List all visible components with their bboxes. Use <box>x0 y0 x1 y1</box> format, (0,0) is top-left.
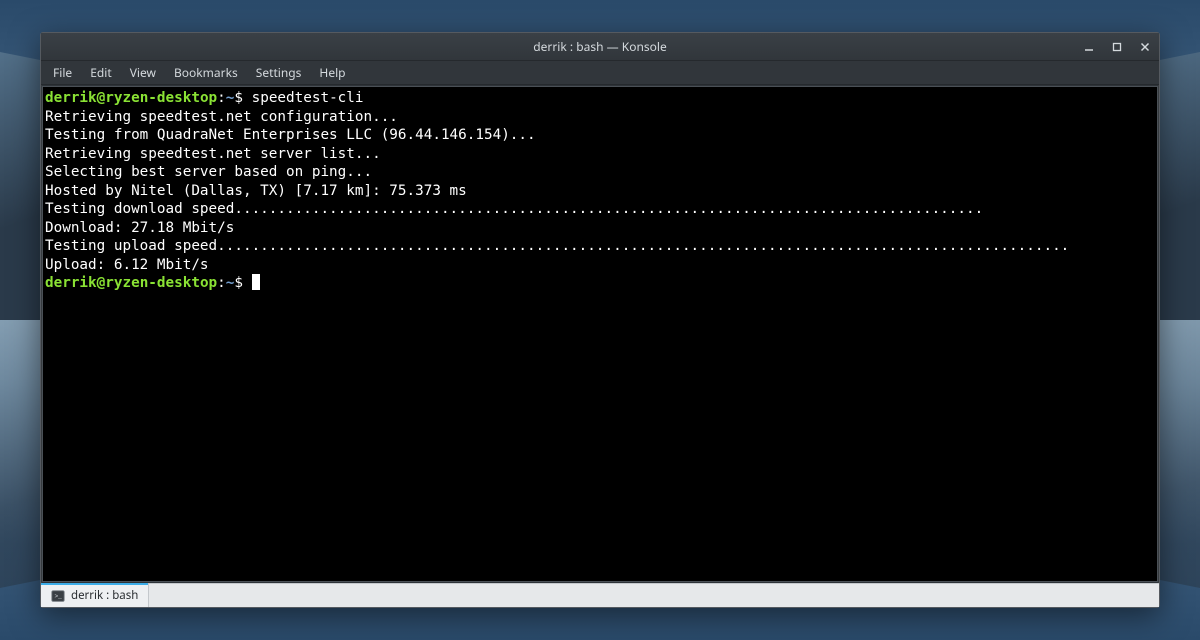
terminal-line: Selecting best server based on ping... <box>45 164 372 180</box>
window-controls <box>1075 33 1159 60</box>
menu-help[interactable]: Help <box>311 61 353 84</box>
prompt-at: @ <box>97 275 106 291</box>
maximize-icon <box>1112 42 1122 52</box>
prompt-host: ryzen-desktop <box>105 90 217 106</box>
minimize-button[interactable] <box>1075 33 1103 60</box>
typed-command: speedtest-cli <box>252 90 364 106</box>
titlebar[interactable]: derrik : bash — Konsole <box>41 33 1159 61</box>
konsole-window: derrik : bash — Konsole File Edit View B… <box>40 32 1160 608</box>
terminal-line: Hosted by Nitel (Dallas, TX) [7.17 km]: … <box>45 183 467 199</box>
menu-settings[interactable]: Settings <box>248 61 310 84</box>
menubar: File Edit View Bookmarks Settings Help <box>41 61 1159 85</box>
terminal-line: Upload: 6.12 Mbit/s <box>45 257 209 273</box>
window-title: derrik : bash — Konsole <box>533 38 667 55</box>
prompt-host: ryzen-desktop <box>105 275 217 291</box>
tab-label: derrik : bash <box>71 588 138 603</box>
prompt-colon: : <box>217 275 226 291</box>
terminal-viewport[interactable]: derrik@ryzen-desktop:~$ speedtest-cli Re… <box>42 86 1158 582</box>
prompt-symbol: $ <box>234 90 251 106</box>
tabbar: >_ derrik : bash <box>41 583 1159 607</box>
terminal-line: Testing from QuadraNet Enterprises LLC (… <box>45 127 536 143</box>
menu-edit[interactable]: Edit <box>82 61 119 84</box>
menu-bookmarks[interactable]: Bookmarks <box>166 61 246 84</box>
close-button[interactable] <box>1131 33 1159 60</box>
menu-view[interactable]: View <box>122 61 164 84</box>
prompt-at: @ <box>97 90 106 106</box>
prompt-colon: : <box>217 90 226 106</box>
close-icon <box>1140 42 1150 52</box>
terminal-line: Download: 27.18 Mbit/s <box>45 220 234 236</box>
terminal-cursor <box>252 274 261 290</box>
prompt-symbol: $ <box>234 275 251 291</box>
prompt-user: derrik <box>45 275 97 291</box>
terminal-icon: >_ <box>51 589 65 603</box>
tab-session[interactable]: >_ derrik : bash <box>41 584 149 607</box>
maximize-button[interactable] <box>1103 33 1131 60</box>
menu-file[interactable]: File <box>45 61 80 84</box>
prompt-user: derrik <box>45 90 97 106</box>
terminal-line: Retrieving speedtest.net server list... <box>45 146 381 162</box>
minimize-icon <box>1084 42 1094 52</box>
terminal-line: Testing download speed..................… <box>45 201 983 217</box>
terminal-line: Retrieving speedtest.net configuration..… <box>45 109 398 125</box>
svg-text:>_: >_ <box>55 592 63 599</box>
terminal-line: Testing upload speed....................… <box>45 238 1069 254</box>
